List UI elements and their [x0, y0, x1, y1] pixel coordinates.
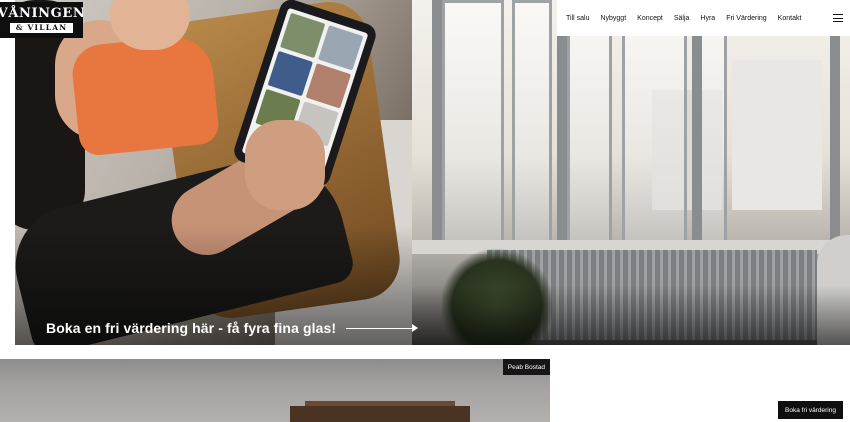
window-frame — [830, 0, 840, 250]
hand-shape — [245, 120, 325, 210]
logo-wordmark-top: VÅNINGEN — [0, 6, 86, 21]
main-nav: Till salu Nybyggt Koncept Sälja Hyra Fri… — [557, 0, 850, 36]
hero-cta-link[interactable]: Boka en fri värdering här - få fyra fina… — [46, 320, 419, 336]
tablet-listing-thumb — [305, 63, 352, 109]
window-pane — [567, 0, 612, 245]
hero-photo-window-interior — [412, 0, 850, 345]
nav-item-till-salu[interactable]: Till salu — [566, 15, 589, 22]
listing-tag: Peab Bostad — [502, 359, 550, 375]
window-pane — [622, 0, 687, 245]
nav-item-hyra[interactable]: Hyra — [700, 15, 715, 22]
nav-item-kontakt[interactable]: Kontakt — [778, 15, 802, 22]
nav-item-fri-vardering[interactable]: Fri Värdering — [726, 15, 766, 22]
book-valuation-button[interactable]: Boka fri värdering — [778, 401, 843, 419]
tablet-listing-thumb — [267, 50, 313, 97]
background-building — [732, 60, 822, 210]
nav-item-salja[interactable]: Sälja — [674, 15, 690, 22]
floor-shade — [412, 285, 850, 345]
window-frame — [692, 0, 702, 250]
nav-item-nybyggt[interactable]: Nybyggt — [600, 15, 626, 22]
window-frame — [557, 0, 567, 250]
window-pane — [442, 0, 504, 245]
logo-wordmark-bottom: & VILLAN — [9, 23, 74, 33]
listing-card-peab[interactable]: Peab Bostad — [0, 359, 550, 422]
tablet-listing-thumb — [279, 12, 326, 59]
hero-cta-text[interactable]: Boka en fri värdering här - få fyra fina… — [46, 320, 336, 336]
hero-section: Boka en fri värdering här - få fyra fina… — [15, 0, 850, 345]
arrow-right-icon — [346, 324, 419, 332]
window-pane — [512, 0, 552, 245]
brand-logo[interactable]: VÅNINGEN & VILLAN — [0, 2, 86, 38]
hamburger-menu-icon[interactable] — [833, 14, 843, 22]
nav-item-koncept[interactable]: Koncept — [637, 15, 663, 22]
tablet-listing-thumb — [318, 25, 364, 71]
child-shirt-shape — [69, 32, 221, 158]
hero-photo-family-tablet[interactable] — [15, 0, 412, 345]
window-frame — [432, 0, 442, 250]
building-roof-shape — [290, 406, 470, 422]
